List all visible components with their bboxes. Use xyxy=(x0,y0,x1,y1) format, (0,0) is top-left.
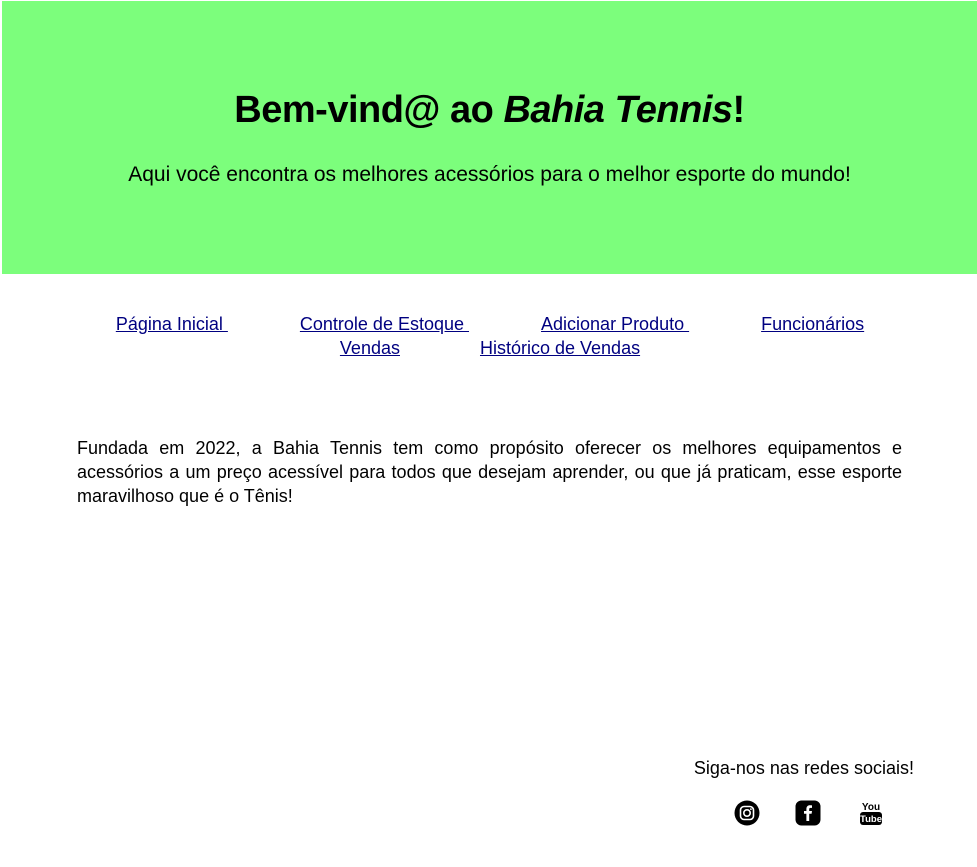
facebook-icon[interactable] xyxy=(795,800,821,826)
nav-link-vendas[interactable]: Vendas xyxy=(340,338,400,358)
youtube-icon[interactable]: You Tube xyxy=(858,800,884,826)
title-brand: Bahia Tennis xyxy=(503,89,733,131)
nav-link-historico-de-vendas[interactable]: Histórico de Vendas xyxy=(480,338,640,358)
page-title: Bem-vind@ ao Bahia Tennis! xyxy=(2,89,977,132)
about-text: Fundada em 2022, a Bahia Tennis tem como… xyxy=(77,438,902,506)
page-subtitle: Aqui você encontra os melhores acessório… xyxy=(128,163,851,186)
nav-link-pagina-inicial[interactable]: Página Inicial xyxy=(116,314,228,334)
social-label: Siga-nos nas redes sociais! xyxy=(693,758,914,778)
svg-text:Tube: Tube xyxy=(860,814,882,825)
header-banner: Bem-vind@ ao Bahia Tennis! Aqui você enc… xyxy=(2,1,977,274)
nav-link-controle-de-estoque[interactable]: Controle de Estoque xyxy=(300,314,469,334)
nav-link-adicionar-produto[interactable]: Adicionar Produto xyxy=(541,314,689,334)
main-nav: Página Inicial Controle de Estoque Adici… xyxy=(70,312,910,360)
svg-text:You: You xyxy=(862,802,880,813)
nav-link-funcionarios[interactable]: Funcionários xyxy=(761,314,864,334)
title-prefix: Bem-vind@ ao xyxy=(234,89,504,131)
instagram-icon[interactable] xyxy=(734,800,760,826)
title-suffix: ! xyxy=(732,89,746,131)
